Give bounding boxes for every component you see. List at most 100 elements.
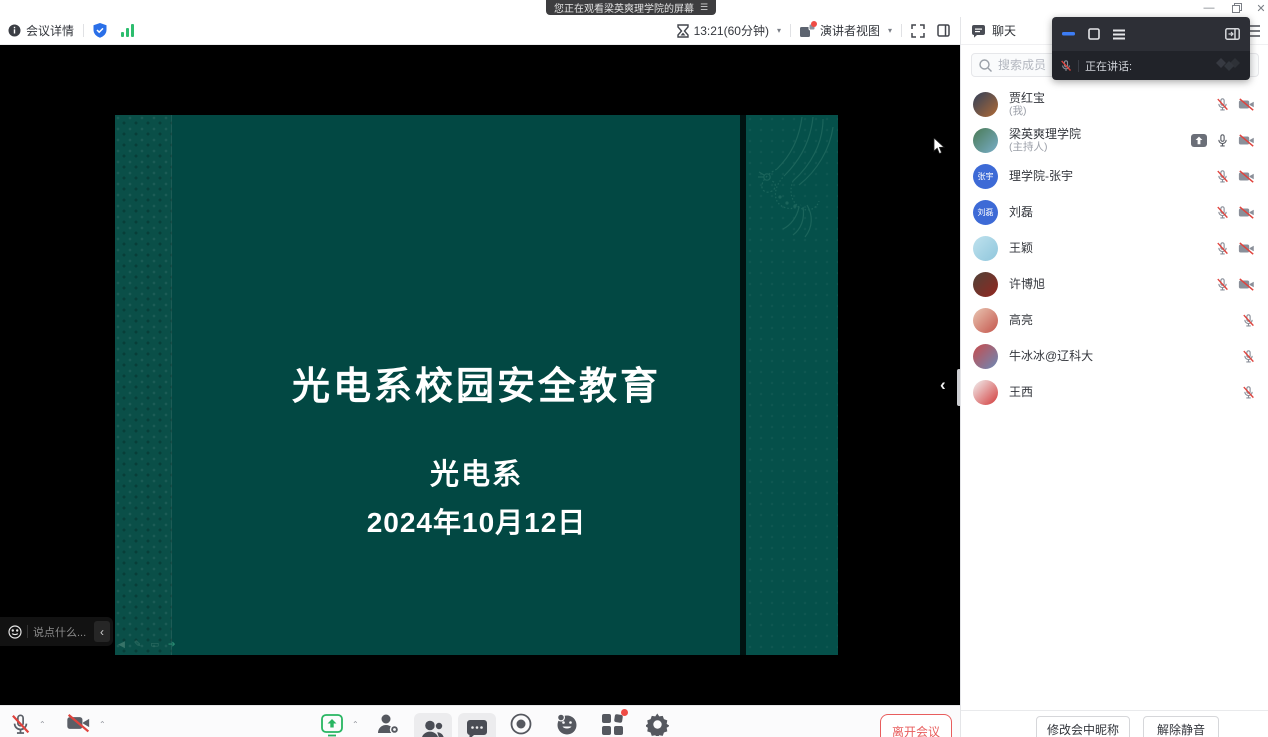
mic-muted-icon: [1242, 349, 1255, 364]
mic-muted-icon: [1060, 59, 1072, 73]
participant-row[interactable]: 梁英爽理学院 (主持人): [961, 122, 1268, 158]
chat-tab-label[interactable]: 聊天: [992, 22, 1016, 39]
overlay-dock-panel-button[interactable]: [1225, 28, 1240, 40]
meeting-toolbar: ⌃ ⌃ ⌃ 离开会议: [0, 705, 960, 737]
mic-on-icon: [1216, 133, 1229, 148]
participant-list: 贾红宝 (我) 梁英爽理学院 (主持人) 张宇 理学院-张宇 刘磊 刘磊王颖许博旭高亮牛冰冰@…: [961, 86, 1268, 410]
security-manage-button[interactable]: [376, 713, 400, 736]
apps-button[interactable]: [601, 709, 628, 736]
mic-muted-icon: [1242, 313, 1255, 328]
avatar: [973, 91, 998, 117]
participant-name: 王颖: [1009, 241, 1034, 255]
reactions-button[interactable]: [555, 713, 579, 736]
participant-row[interactable]: 许博旭: [961, 266, 1268, 302]
meeting-details-button[interactable]: 会议详情: [8, 22, 74, 39]
view-mode-chevron-down-icon: ▾: [887, 26, 892, 35]
shared-screen-stage: 光电系校园安全教育 光电系 2024年10月12日 ◀ ✎ ▭ ➔ 说点什么..…: [0, 45, 960, 705]
meeting-timer[interactable]: 13:21(60分钟) ▾: [676, 22, 781, 39]
participant-name: 牛冰冰@辽科大: [1009, 349, 1094, 363]
camera-off-icon: [1238, 241, 1255, 255]
participants-button[interactable]: [414, 713, 452, 737]
participant-row[interactable]: 刘磊 刘磊: [961, 194, 1268, 230]
phoenix-decoration: [758, 117, 834, 238]
overlay-restore-button[interactable]: [1088, 28, 1100, 40]
leave-meeting-button[interactable]: 离开会议: [880, 714, 952, 737]
divider: [789, 24, 791, 37]
camera-off-button[interactable]: [66, 713, 91, 733]
participant-row[interactable]: 牛冰冰@辽科大: [961, 338, 1268, 374]
collapse-panel-chevron[interactable]: ‹: [940, 375, 946, 395]
divider: [27, 625, 28, 638]
window-close-button[interactable]: ✕: [1250, 1, 1268, 15]
participant-name: 许博旭: [1009, 277, 1046, 291]
next-slide-icon[interactable]: ➔: [168, 639, 176, 650]
participant-row[interactable]: 王西: [961, 374, 1268, 410]
security-shield-icon[interactable]: [93, 23, 107, 38]
mic-muted-icon: [1216, 205, 1229, 220]
presenter-controls[interactable]: ◀ ✎ ▭ ➔: [118, 639, 176, 650]
timer-chevron-down-icon: ▾: [776, 26, 781, 35]
participant-row[interactable]: 高亮: [961, 302, 1268, 338]
unmute-button[interactable]: 解除静音: [1143, 716, 1219, 737]
pen-tool-icon[interactable]: ✎: [134, 639, 142, 650]
avatar: [973, 235, 998, 261]
avatar: 刘磊: [973, 199, 998, 225]
window-minimize-button[interactable]: —: [1198, 1, 1220, 15]
overlay-minimize-button[interactable]: [1062, 32, 1075, 36]
quick-chat-bar[interactable]: 说点什么... ‹: [0, 617, 113, 646]
banner-menu-icon[interactable]: ☰: [700, 2, 708, 13]
participant-name: 贾红宝: [1009, 90, 1046, 105]
slide-panel-icon[interactable]: ▭: [150, 639, 159, 650]
watching-screen-banner[interactable]: 您正在观看梁英爽理学院的屏幕 ☰: [546, 0, 717, 15]
layout-view-icon: [799, 21, 817, 37]
overlay-list-view-button[interactable]: [1113, 29, 1125, 40]
mic-muted-button[interactable]: [10, 713, 31, 736]
participant-row[interactable]: 贾红宝 (我): [961, 86, 1268, 122]
settings-button[interactable]: [646, 713, 669, 736]
emoji-icon[interactable]: [8, 624, 22, 639]
fullscreen-button[interactable]: [911, 23, 925, 38]
notification-dot: [810, 21, 817, 27]
side-panel-toggle-button[interactable]: [937, 24, 950, 37]
search-icon: [979, 58, 992, 72]
record-button[interactable]: [510, 713, 532, 735]
divider: [901, 24, 902, 37]
participant-role: (主持人): [1009, 140, 1048, 153]
floating-speaker-window[interactable]: 正在讲话:: [1052, 17, 1250, 80]
previous-slide-icon[interactable]: ◀: [118, 639, 125, 650]
mic-muted-icon: [1216, 241, 1229, 256]
camera-off-icon: [1238, 277, 1255, 291]
chat-button[interactable]: [458, 713, 496, 737]
mic-muted-icon: [1216, 169, 1229, 184]
participant-row[interactable]: 王颖: [961, 230, 1268, 266]
network-signal-icon[interactable]: [121, 24, 135, 37]
quick-chat-placeholder[interactable]: 说点什么...: [33, 624, 86, 640]
divider: [83, 24, 85, 37]
window-maximize-button[interactable]: [1226, 1, 1248, 15]
slide-date: 2024年10月12日: [366, 507, 587, 538]
restore-icon: [1232, 3, 1242, 13]
participant-name: 王西: [1009, 385, 1034, 399]
mic-options-chevron[interactable]: ⌃: [39, 720, 46, 729]
meeting-details-label: 会议详情: [26, 24, 75, 38]
participant-row[interactable]: 张宇 理学院-张宇: [961, 158, 1268, 194]
avatar: [973, 379, 998, 405]
watermark-logo-icon: [1216, 58, 1240, 71]
divider: [1078, 59, 1079, 72]
mic-muted-icon: [1216, 277, 1229, 292]
quick-chat-collapse-button[interactable]: ‹: [94, 621, 110, 642]
camera-off-icon: [1238, 133, 1255, 147]
rename-button[interactable]: 修改会中昵称: [1036, 716, 1130, 737]
camera-options-chevron[interactable]: ⌃: [99, 720, 106, 729]
speaking-label: 正在讲话:: [1085, 60, 1133, 73]
chat-tab-icon: [972, 24, 985, 38]
avatar: 张宇: [973, 163, 998, 189]
overlay-controls: [1052, 17, 1250, 51]
members-chat-panel: 聊天 贾红宝(我)梁英爽理学院(主持人)张宇理学院-张宇刘磊刘磊王颖许博旭高亮牛…: [960, 17, 1268, 737]
view-mode-label: 演讲者视图: [819, 24, 880, 38]
screen-share-button[interactable]: [320, 713, 344, 737]
speaking-status-bar: 正在讲话:: [1052, 51, 1250, 80]
hourglass-icon: [676, 23, 689, 38]
view-mode-selector[interactable]: 演讲者视图 ▾: [799, 21, 892, 39]
share-options-chevron[interactable]: ⌃: [352, 720, 359, 729]
